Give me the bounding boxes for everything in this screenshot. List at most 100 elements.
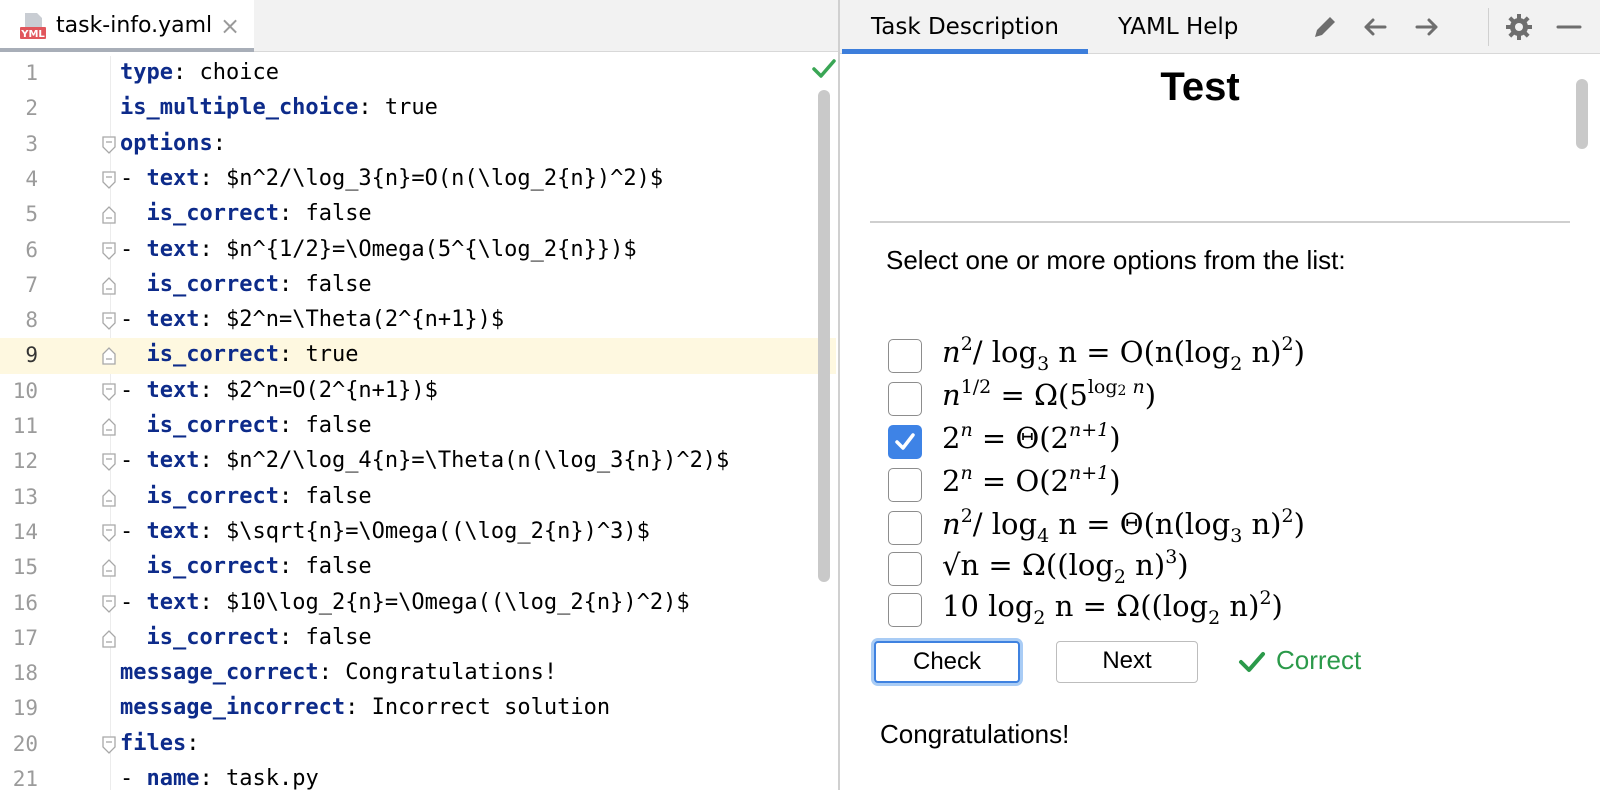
arrow-left-icon[interactable] (1360, 12, 1390, 42)
fold-open-icon[interactable] (102, 135, 116, 154)
code-line[interactable]: 7 is_correct: false (0, 268, 836, 304)
yaml-value: Incorrect solution (371, 695, 611, 721)
formula-part: 1/2 (960, 376, 992, 398)
fold-open-icon[interactable] (102, 312, 116, 331)
formula-part: 2 (1113, 566, 1126, 588)
task-title: Test (1160, 65, 1240, 109)
fold-open-icon[interactable] (102, 736, 116, 754)
code-line[interactable]: 4 - text: $n^2/\log_3{n}=O(n(\log_2{n})^2… (0, 162, 836, 198)
gear-icon[interactable] (1504, 12, 1534, 42)
editor-scrollbar[interactable] (818, 90, 830, 582)
formula-part: 3 (1230, 525, 1243, 547)
code-line[interactable]: 14 - text: $\sqrt{n}=\Omega((\log_2{n})^3… (0, 515, 836, 551)
option-item[interactable]: 2n = Θ(2n+1) (888, 421, 1548, 463)
fold-end-icon[interactable] (102, 276, 116, 295)
line-number: 17 (12, 625, 38, 650)
line-number: 7 (25, 272, 38, 297)
yaml-separator: : (278, 483, 306, 509)
code-area[interactable]: 1 type: choice 2 is_multiple_choice: true 3 o… (0, 56, 838, 790)
yaml-indent (120, 625, 147, 650)
yaml-key: text (146, 448, 200, 474)
tab-task-description[interactable]: Task Description (842, 0, 1088, 54)
code-line[interactable]: 12 - text: $n^2/\log_4{n}=\Theta(n(\log_3… (0, 444, 836, 480)
option-item[interactable]: n1/2 = Ω(5log2 n) (888, 378, 1548, 420)
fold-end-icon[interactable] (102, 347, 116, 366)
fold-end-icon[interactable] (102, 206, 116, 224)
code-text: is_correct: false (120, 272, 372, 297)
yaml-separator: : (199, 448, 226, 474)
yaml-value: $2^n=O(2^{n+1})$ (225, 377, 438, 403)
code-text: is_correct: false (120, 413, 372, 438)
yaml-separator: : (199, 236, 226, 262)
option-checkbox[interactable] (888, 593, 922, 627)
fold-end-icon[interactable] (102, 488, 116, 507)
arrow-right-icon[interactable] (1412, 12, 1442, 42)
yaml-value: true (384, 95, 438, 121)
code-text: is_correct: false (120, 625, 372, 650)
formula-part: n (942, 335, 961, 369)
code-line[interactable]: 19 message_incorrect: Incorrect solution (0, 691, 836, 727)
code-line[interactable]: 18 message_correct: Congratulations! (0, 656, 836, 692)
fold-end-icon[interactable] (102, 629, 116, 648)
yaml-separator: : (199, 377, 226, 403)
code-text: is_correct: false (120, 484, 372, 509)
code-line[interactable]: 6 - text: $n^{1/2}=\Omega(5^{\log_2{n}})$ (0, 233, 836, 269)
code-line[interactable]: 17 is_correct: false (0, 621, 836, 657)
yaml-value: false (305, 483, 372, 509)
code-line[interactable]: 16 - text: $10\log_2{n}=\Omega((\log_2{n}… (0, 586, 836, 622)
check-button[interactable]: Check (874, 641, 1020, 683)
code-line[interactable]: 20 files: (0, 727, 836, 763)
tab-yaml-help[interactable]: YAML Help (1118, 0, 1238, 54)
code-line[interactable]: 13 is_correct: false (0, 480, 836, 516)
yaml-value: Congratulations! (345, 660, 558, 686)
task-panel-scrollbar[interactable] (1576, 79, 1588, 149)
yaml-indent (120, 201, 147, 226)
fold-end-icon[interactable] (102, 418, 116, 436)
code-line[interactable]: 9 is_correct: true (0, 338, 836, 375)
fold-open-icon[interactable] (102, 383, 116, 401)
code-line[interactable]: 5 is_correct: false (0, 197, 836, 233)
code-line[interactable]: 10 - text: $2^n=O(2^{n+1})$ (0, 374, 836, 410)
option-checkbox[interactable] (888, 382, 922, 416)
code-line[interactable]: 21 - name: task.py (0, 762, 836, 790)
line-number: 12 (12, 449, 38, 474)
option-checkbox[interactable] (888, 468, 922, 502)
pencil-icon[interactable] (1310, 12, 1340, 42)
fold-open-icon[interactable] (102, 241, 116, 260)
editor-tab-task-info[interactable]: YML task-info.yaml × (0, 0, 254, 52)
fold-open-icon[interactable] (102, 594, 116, 613)
code-line[interactable]: 8 - text: $2^n=\Theta(2^{n+1})$ (0, 303, 836, 339)
yaml-value: false (305, 271, 372, 297)
fold-end-icon[interactable] (102, 559, 116, 577)
option-item[interactable]: 10 log2 n = Ω((log2 n)2) (888, 589, 1548, 631)
yaml-key: text (146, 518, 200, 544)
formula-part: ) (1177, 548, 1189, 582)
line-number: 21 (12, 767, 38, 790)
formula-part: √n (942, 548, 980, 582)
code-line[interactable]: 2 is_multiple_choice: true (0, 91, 836, 127)
code-line[interactable]: 3 options: (0, 127, 836, 163)
code-line[interactable]: 15 is_correct: false (0, 550, 836, 586)
option-item[interactable]: n2/ log3 n = O(n(log2 n)2) (888, 335, 1548, 377)
line-number: 13 (12, 484, 38, 509)
next-button[interactable]: Next (1056, 641, 1198, 683)
option-checkbox[interactable] (888, 425, 922, 459)
fold-open-icon[interactable] (102, 524, 116, 542)
option-item[interactable]: √n = Ω((log2 n)3) (888, 548, 1548, 590)
code-text: type: choice (120, 60, 279, 85)
code-line[interactable]: 11 is_correct: false (0, 409, 836, 445)
option-item[interactable]: 2n = O(2n+1) (888, 464, 1548, 506)
fold-open-icon[interactable] (102, 171, 116, 189)
code-line[interactable]: 1 type: choice (0, 56, 836, 92)
line-number: 4 (25, 166, 38, 191)
close-icon[interactable]: × (220, 12, 240, 40)
minimize-icon[interactable] (1554, 12, 1584, 42)
option-checkbox[interactable] (888, 552, 922, 586)
task-panel-toolbar: Task Description YAML Help (840, 0, 1600, 54)
line-number: 3 (25, 131, 38, 156)
option-checkbox[interactable] (888, 511, 922, 545)
option-checkbox[interactable] (888, 339, 922, 373)
fold-open-icon[interactable] (102, 453, 116, 472)
yaml-separator: : (199, 766, 226, 790)
option-item[interactable]: n2/ log4 n = Θ(n(log3 n)2) (888, 507, 1548, 549)
